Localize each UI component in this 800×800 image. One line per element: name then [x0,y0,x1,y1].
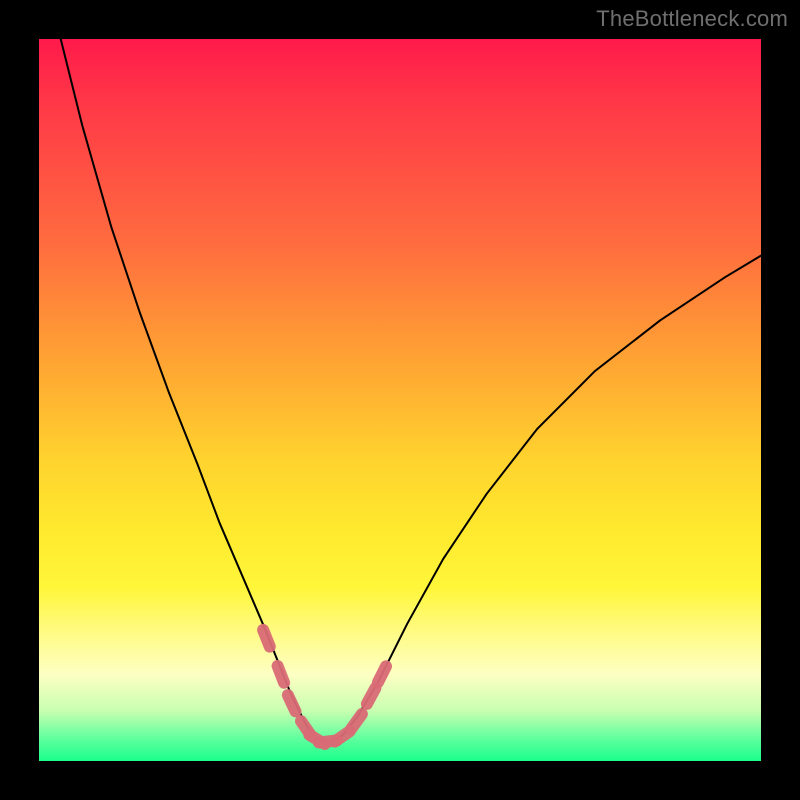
highlight-marker [278,666,285,683]
highlight-marker [288,695,296,711]
highlight-marker [378,666,386,682]
plot-area [39,39,761,761]
watermark-text: TheBottleneck.com [596,6,788,32]
outer-frame: TheBottleneck.com [0,0,800,800]
curve-svg [39,39,761,761]
highlight-marker [263,630,270,647]
highlight-marker [351,714,362,729]
highlight-markers [263,630,386,744]
highlight-marker [367,688,376,704]
bottleneck-curve [61,39,761,743]
